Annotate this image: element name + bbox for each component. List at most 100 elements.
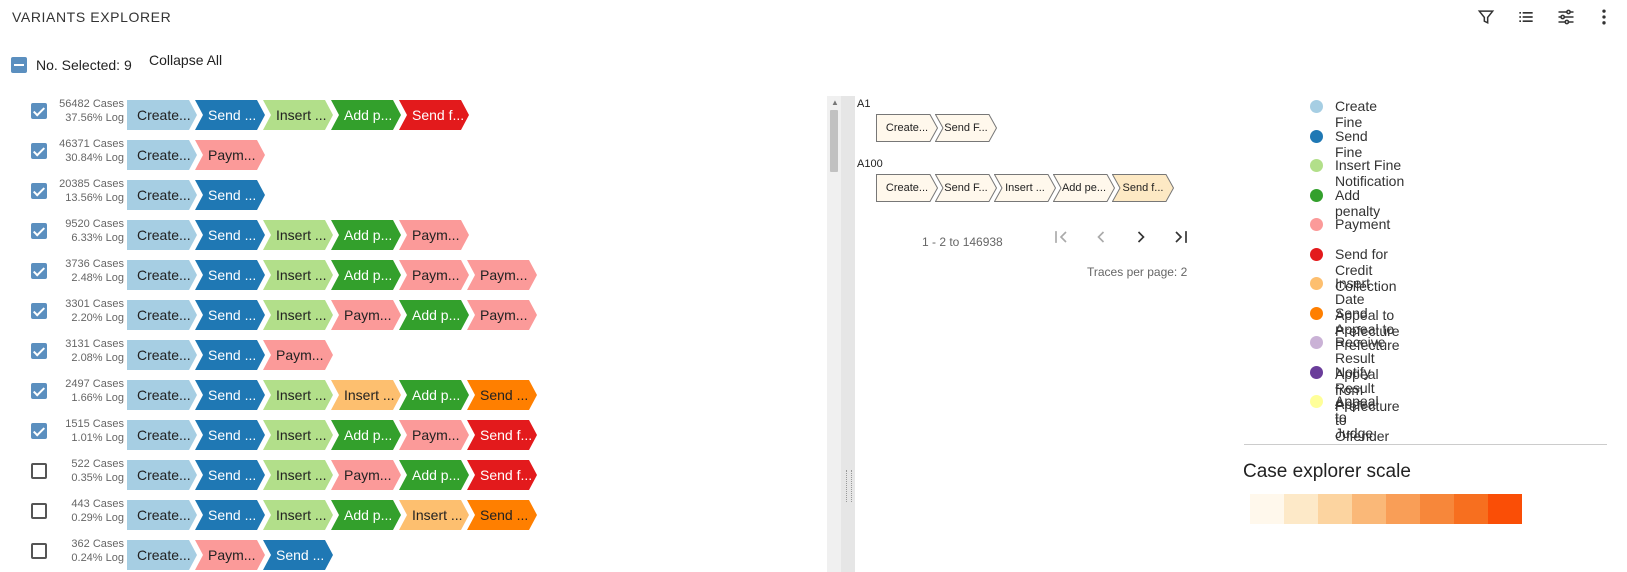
activity-chevron[interactable]: Send ...: [195, 260, 265, 290]
activity-chevron[interactable]: Send ...: [195, 500, 265, 530]
last-page-icon[interactable]: [1171, 227, 1191, 247]
activity-chevron[interactable]: Paym...: [195, 540, 265, 570]
activity-chevron[interactable]: Paym...: [399, 420, 469, 450]
activity-chevron[interactable]: Send ...: [195, 420, 265, 450]
trace-event-chevron[interactable]: Send F...: [935, 114, 997, 142]
scrollbar-thumb[interactable]: [830, 110, 838, 172]
variant-row[interactable]: 362 Cases 0.24% Log Create... Paym... Send .…: [0, 531, 820, 570]
activity-chevron[interactable]: Create...: [127, 380, 197, 410]
activity-chevron[interactable]: Add p...: [399, 460, 469, 490]
variant-checkbox[interactable]: [31, 423, 47, 439]
activity-chevron[interactable]: Send ...: [195, 100, 265, 130]
activity-chevron[interactable]: Create...: [127, 140, 197, 170]
previous-page-icon[interactable]: [1091, 227, 1111, 247]
activity-chevron[interactable]: Send ...: [195, 220, 265, 250]
variant-checkbox[interactable]: [31, 303, 47, 319]
activity-chevron[interactable]: Create...: [127, 500, 197, 530]
activity-chevron[interactable]: Insert ...: [263, 260, 333, 290]
activity-chevron[interactable]: Paym...: [195, 140, 265, 170]
collapse-all-button[interactable]: Collapse All: [149, 52, 222, 68]
trace-event-chevron[interactable]: Create...: [876, 114, 938, 142]
activity-chevron[interactable]: Create...: [127, 300, 197, 330]
activity-chevron[interactable]: Paym...: [263, 340, 333, 370]
activity-chevron[interactable]: Create...: [127, 540, 197, 570]
activity-chevron[interactable]: Add p...: [399, 380, 469, 410]
activity-chevron[interactable]: Add p...: [331, 100, 401, 130]
variant-checkbox[interactable]: [31, 103, 47, 119]
trace-event-chevron[interactable]: Send f...: [1112, 174, 1174, 202]
activity-chevron[interactable]: Paym...: [467, 260, 537, 290]
activity-chevron[interactable]: Create...: [127, 180, 197, 210]
variant-checkbox[interactable]: [31, 223, 47, 239]
variant-row[interactable]: 1515 Cases 1.01% Log Create... Send ... Inse…: [0, 411, 820, 450]
next-page-icon[interactable]: [1131, 227, 1151, 247]
list-icon[interactable]: [1516, 7, 1536, 27]
variant-checkbox[interactable]: [31, 263, 47, 279]
variant-checkbox[interactable]: [31, 503, 47, 519]
select-all-checkbox[interactable]: [11, 57, 27, 73]
activity-chevron[interactable]: Insert ...: [263, 420, 333, 450]
activity-chevron[interactable]: Create...: [127, 420, 197, 450]
activity-chevron[interactable]: Paym...: [331, 300, 401, 330]
activity-chevron[interactable]: Add p...: [331, 260, 401, 290]
activity-chevron[interactable]: Add p...: [331, 500, 401, 530]
activity-chevron[interactable]: Create...: [127, 100, 197, 130]
activity-chevron[interactable]: Send f...: [467, 420, 537, 450]
variant-row[interactable]: 3736 Cases 2.48% Log Create... Send ... Inse…: [0, 251, 820, 290]
activity-chevron[interactable]: Paym...: [399, 220, 469, 250]
activity-chevron[interactable]: Insert ...: [331, 380, 401, 410]
variant-row[interactable]: 443 Cases 0.29% Log Create... Send ... Inser…: [0, 491, 820, 530]
activity-chevron[interactable]: Send ...: [195, 340, 265, 370]
activity-chevron[interactable]: Add p...: [331, 220, 401, 250]
activity-chevron[interactable]: Send ...: [195, 300, 265, 330]
variant-row[interactable]: 9520 Cases 6.33% Log Create... Send ... Inse…: [0, 211, 820, 250]
activity-chevron[interactable]: Insert ...: [263, 460, 333, 490]
activity-chevron[interactable]: Send ...: [195, 180, 265, 210]
activity-chevron[interactable]: Send ...: [467, 500, 537, 530]
more-vert-icon[interactable]: [1594, 7, 1614, 27]
activity-chevron[interactable]: Create...: [127, 220, 197, 250]
activity-chevron[interactable]: Send ...: [467, 380, 537, 410]
variant-checkbox[interactable]: [31, 143, 47, 159]
trace-event-chevron[interactable]: Add pe...: [1053, 174, 1115, 202]
variant-row[interactable]: 56482 Cases 37.56% Log Create... Send ... In…: [0, 91, 820, 130]
activity-chevron[interactable]: Send ...: [195, 380, 265, 410]
activity-chevron[interactable]: Insert ...: [263, 380, 333, 410]
activity-chevron[interactable]: Add p...: [331, 420, 401, 450]
variant-row[interactable]: 3301 Cases 2.20% Log Create... Send ... Inse…: [0, 291, 820, 330]
trace-event-chevron[interactable]: Send F...: [935, 174, 997, 202]
activity-chevron[interactable]: Create...: [127, 460, 197, 490]
filter-icon[interactable]: [1476, 7, 1496, 27]
variant-row[interactable]: 522 Cases 0.35% Log Create... Send ... Inser…: [0, 451, 820, 490]
activity-chevron[interactable]: Send ...: [263, 540, 333, 570]
variant-row[interactable]: 2497 Cases 1.66% Log Create... Send ... Inse…: [0, 371, 820, 410]
activity-chevron[interactable]: Insert ...: [263, 220, 333, 250]
activity-chevron[interactable]: Insert ...: [399, 500, 469, 530]
activity-chevron[interactable]: Send f...: [467, 460, 537, 490]
traces-per-page[interactable]: Traces per page: 2: [1087, 265, 1187, 279]
activity-chevron[interactable]: Paym...: [331, 460, 401, 490]
activity-chevron[interactable]: Insert ...: [263, 500, 333, 530]
activity-chevron[interactable]: Insert ...: [263, 300, 333, 330]
sliders-icon[interactable]: [1556, 7, 1576, 27]
drag-handle-icon[interactable]: [846, 470, 852, 502]
activity-chevron[interactable]: Send ...: [195, 460, 265, 490]
variant-checkbox[interactable]: [31, 343, 47, 359]
variant-row[interactable]: 46371 Cases 30.84% Log Create... Paym...: [0, 131, 820, 170]
activity-chevron[interactable]: Insert ...: [263, 100, 333, 130]
scroll-up-icon[interactable]: ▲: [831, 98, 839, 107]
activity-chevron[interactable]: Add p...: [399, 300, 469, 330]
first-page-icon[interactable]: [1051, 227, 1071, 247]
variant-checkbox[interactable]: [31, 183, 47, 199]
traces-per-page-value[interactable]: 2: [1181, 265, 1188, 279]
variant-checkbox[interactable]: [31, 463, 47, 479]
trace-event-chevron[interactable]: Insert ...: [994, 174, 1056, 202]
trace-event-chevron[interactable]: Create...: [876, 174, 938, 202]
activity-chevron[interactable]: Paym...: [399, 260, 469, 290]
variant-row[interactable]: 3131 Cases 2.08% Log Create... Send ... Paym…: [0, 331, 820, 370]
activity-chevron[interactable]: Paym...: [467, 300, 537, 330]
activity-chevron[interactable]: Create...: [127, 260, 197, 290]
activity-chevron[interactable]: Send f...: [399, 100, 469, 130]
activity-chevron[interactable]: Create...: [127, 340, 197, 370]
variant-checkbox[interactable]: [31, 543, 47, 559]
